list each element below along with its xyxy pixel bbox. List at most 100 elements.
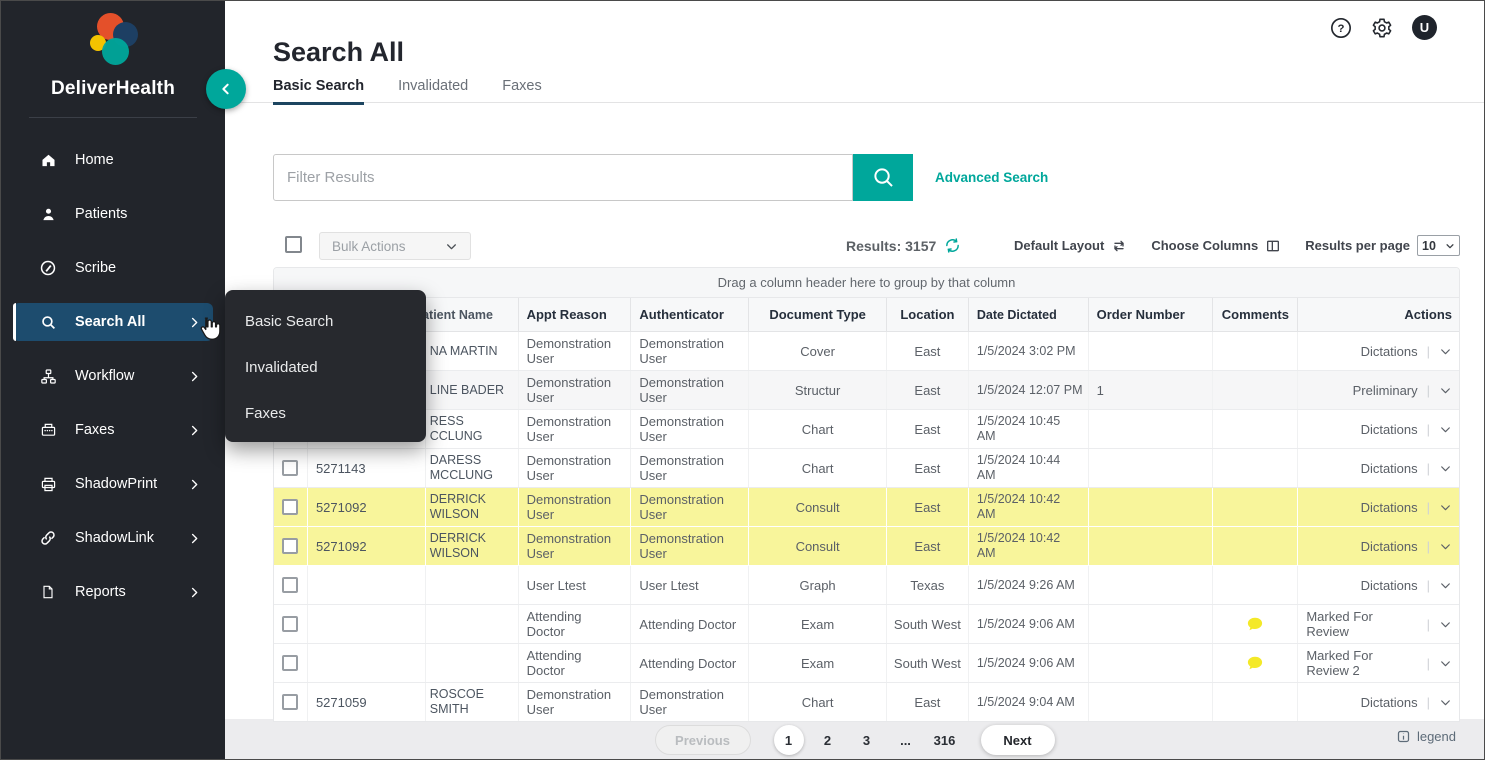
column-header-order-number[interactable]: Order Number	[1089, 298, 1214, 331]
cell-appt-id: 5271059	[308, 683, 426, 721]
row-checkbox[interactable]	[282, 499, 298, 515]
cell-location: East	[887, 683, 969, 721]
legend-button[interactable]: legend	[1396, 729, 1456, 744]
row-action-label[interactable]: Dictations	[1361, 539, 1418, 554]
row-action-label[interactable]: Marked For Review	[1306, 609, 1417, 639]
advanced-search-link[interactable]: Advanced Search	[935, 170, 1048, 185]
page-button-2[interactable]: 2	[813, 725, 843, 755]
comment-icon[interactable]	[1246, 616, 1264, 633]
cell-actions: Preliminary|	[1298, 371, 1459, 409]
cell-actions: Marked For Review 2|	[1298, 644, 1459, 682]
cell-order-number	[1089, 332, 1214, 370]
topbar-icons: ? U	[1330, 15, 1437, 40]
sidebar-item-search-all[interactable]: Search All	[13, 303, 213, 341]
cell-date-dictated: 1/5/2024 10:45AM	[969, 410, 1089, 448]
sidebar-item-shadowprint[interactable]: ShadowPrint	[13, 469, 213, 499]
row-action-label[interactable]: Dictations	[1361, 578, 1418, 593]
row-actions-chevron-icon[interactable]	[1439, 501, 1452, 514]
sidebar-item-label: Search All	[75, 314, 145, 330]
choose-columns-button[interactable]: Choose Columns	[1151, 238, 1281, 254]
row-checkbox[interactable]	[282, 538, 298, 554]
flyout-item-basic-search[interactable]: Basic Search	[225, 298, 426, 344]
cell-patient-name: ROSCOE SMITH	[426, 683, 519, 721]
row-actions-chevron-icon[interactable]	[1439, 618, 1452, 631]
page-button-316[interactable]: 316	[930, 725, 960, 755]
cell-patient-name: RESS CCLUNG	[426, 410, 519, 448]
cell-authenticator: Demonstration User	[631, 332, 749, 370]
next-page-button[interactable]: Next	[981, 725, 1055, 755]
chevron-right-icon	[188, 424, 201, 437]
cell-appt-id: 5271092	[308, 527, 426, 565]
column-header-location[interactable]: Location	[887, 298, 969, 331]
table-row: 5271092DERRICK WILSONDemonstration UserD…	[274, 527, 1459, 566]
select-all-checkbox[interactable]	[285, 236, 302, 253]
chevron-down-icon	[445, 240, 458, 253]
row-action-label[interactable]: Dictations	[1361, 695, 1418, 710]
sidebar-item-faxes[interactable]: Faxes	[13, 415, 213, 445]
row-checkbox[interactable]	[282, 616, 298, 632]
sidebar-item-workflow[interactable]: Workflow	[13, 361, 213, 391]
search-all-flyout-menu: Basic SearchInvalidatedFaxes	[225, 290, 426, 442]
row-action-label[interactable]: Dictations	[1361, 422, 1418, 437]
svg-text:?: ?	[1338, 23, 1345, 35]
column-header-comments[interactable]: Comments	[1213, 298, 1298, 331]
column-header-patient-name[interactable]: Patient Name	[426, 298, 519, 331]
table-row: 5271059ROSCOE SMITHDemonstration UserDem…	[274, 683, 1459, 721]
row-actions-chevron-icon[interactable]	[1439, 696, 1452, 709]
row-actions-chevron-icon[interactable]	[1439, 657, 1452, 670]
column-header-document-type[interactable]: Document Type	[749, 298, 887, 331]
brand-name: DeliverHealth	[1, 78, 225, 100]
row-action-label[interactable]: Dictations	[1361, 461, 1418, 476]
sidebar-item-home[interactable]: Home	[13, 145, 213, 175]
row-action-label[interactable]: Dictations	[1361, 500, 1418, 515]
cell-document-type: Exam	[749, 644, 887, 682]
row-checkbox[interactable]	[282, 694, 298, 710]
row-action-label[interactable]: Marked For Review 2	[1306, 648, 1417, 678]
column-header-appt-reason[interactable]: Appt Reason	[519, 298, 632, 331]
results-per-page-select[interactable]: 10	[1417, 235, 1460, 256]
column-header-authenticator[interactable]: Authenticator	[631, 298, 749, 331]
sidebar-collapse-button[interactable]	[206, 69, 246, 109]
row-actions-chevron-icon[interactable]	[1439, 423, 1452, 436]
sidebar-item-label: Home	[75, 152, 114, 168]
search-button[interactable]	[853, 154, 913, 201]
column-header-actions[interactable]: Actions	[1298, 298, 1459, 331]
row-checkbox[interactable]	[282, 577, 298, 593]
default-layout-button[interactable]: Default Layout	[1014, 238, 1127, 254]
flyout-item-invalidated[interactable]: Invalidated	[225, 344, 426, 390]
page-button-3[interactable]: 3	[852, 725, 882, 755]
tab-faxes[interactable]: Faxes	[502, 79, 542, 105]
row-checkbox[interactable]	[282, 655, 298, 671]
filter-input[interactable]	[273, 154, 853, 201]
tab-invalidated[interactable]: Invalidated	[398, 79, 468, 105]
settings-gear-icon[interactable]	[1371, 17, 1393, 39]
sidebar-item-patients[interactable]: Patients	[13, 199, 213, 229]
user-avatar[interactable]: U	[1412, 15, 1437, 40]
row-action-label[interactable]: Preliminary	[1353, 383, 1418, 398]
row-action-label[interactable]: Dictations	[1361, 344, 1418, 359]
sidebar-item-scribe[interactable]: Scribe	[13, 253, 213, 283]
group-by-hint: Drag a column header here to group by th…	[274, 268, 1459, 298]
column-header-date-dictated[interactable]: Date Dictated	[969, 298, 1089, 331]
flyout-item-faxes[interactable]: Faxes	[225, 390, 426, 436]
row-actions-chevron-icon[interactable]	[1439, 345, 1452, 358]
sidebar-item-shadowlink[interactable]: ShadowLink	[13, 523, 213, 553]
tab-basic-search[interactable]: Basic Search	[273, 79, 364, 105]
comment-icon[interactable]	[1246, 655, 1264, 672]
bulk-actions-select[interactable]: Bulk Actions	[319, 232, 471, 260]
page-button-1[interactable]: 1	[774, 725, 804, 755]
cell-document-type: Structur	[749, 371, 887, 409]
previous-page-button[interactable]: Previous	[655, 725, 751, 755]
sidebar-item-reports[interactable]: Reports	[13, 577, 213, 607]
row-actions-chevron-icon[interactable]	[1439, 462, 1452, 475]
help-icon[interactable]: ?	[1330, 17, 1352, 39]
cell-actions: Dictations|	[1298, 683, 1459, 721]
row-actions-chevron-icon[interactable]	[1439, 384, 1452, 397]
cell-authenticator: Attending Doctor	[631, 644, 749, 682]
row-actions-chevron-icon[interactable]	[1439, 540, 1452, 553]
row-actions-chevron-icon[interactable]	[1439, 579, 1452, 592]
cell-comments	[1213, 410, 1298, 448]
row-checkbox[interactable]	[282, 460, 298, 476]
legend-label: legend	[1417, 729, 1456, 744]
refresh-icon[interactable]	[944, 237, 961, 254]
